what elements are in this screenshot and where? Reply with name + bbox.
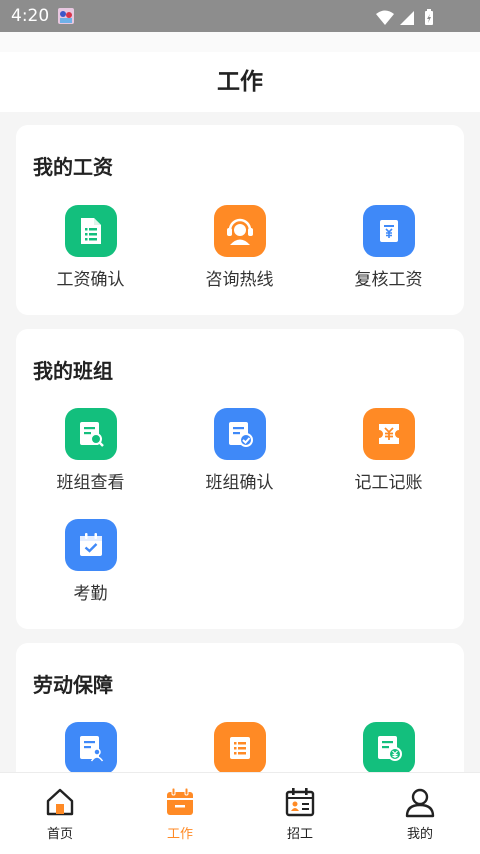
briefcase-calendar-icon [167, 787, 193, 815]
status-time: 4:20 [11, 6, 50, 26]
app-notification-icon [57, 7, 75, 25]
list-icon [213, 722, 266, 772]
tab-label: 工作 [166, 827, 193, 842]
menu-item-consult-hotline[interactable]: 咨询热线 [165, 205, 314, 305]
menu-item-label: 复核工资 [354, 270, 423, 290]
section-title-my-salary: 我的工资 [33, 155, 113, 179]
work-content[interactable]: 我的工资 工资确认 咨询热线 复核工资 我的班组 班组查看 班组确认 记工记账 … [0, 112, 480, 772]
menu-item-label: 咨询热线 [205, 270, 274, 290]
wifi-icon [376, 10, 394, 25]
document-person-icon [64, 722, 117, 772]
card-my-salary: 我的工资 工资确认 咨询热线 复核工资 [16, 125, 464, 315]
menu-item-labor-3[interactable] [314, 722, 463, 772]
tab-home[interactable]: 首页 [0, 773, 120, 854]
menu-item-work-record[interactable]: 记工记账 [314, 408, 463, 508]
tab-mine[interactable]: 我的 [360, 773, 480, 854]
salary-document-icon [362, 205, 415, 257]
document-yuan-icon [362, 722, 415, 772]
menu-item-labor-2[interactable] [165, 722, 314, 772]
menu-item-review-salary[interactable]: 复核工资 [314, 205, 463, 305]
menu-item-team-confirm[interactable]: 班组确认 [165, 408, 314, 508]
document-search-icon [64, 408, 117, 460]
home-icon [46, 788, 74, 816]
tab-label: 我的 [406, 827, 433, 842]
recruit-calendar-icon [285, 788, 315, 817]
header-spacer [0, 32, 480, 52]
menu-item-salary-confirm[interactable]: 工资确认 [16, 205, 165, 305]
section-title-my-team: 我的班组 [33, 359, 113, 383]
menu-item-labor-1[interactable] [16, 722, 165, 772]
menu-item-team-view[interactable]: 班组查看 [16, 408, 165, 508]
battery-icon [425, 9, 433, 25]
status-bar: 4:20 [0, 0, 480, 32]
tab-label: 招工 [286, 827, 313, 842]
tab-work[interactable]: 工作 [120, 773, 240, 854]
menu-item-label: 工资确认 [56, 270, 125, 290]
tab-recruit[interactable]: 招工 [240, 773, 360, 854]
document-check-icon [213, 408, 266, 460]
yuan-ticket-icon [362, 408, 415, 460]
tab-label: 首页 [46, 827, 73, 842]
person-icon [405, 788, 435, 818]
status-icons [374, 8, 444, 26]
card-labor-protection: 劳动保障 [16, 643, 464, 772]
menu-item-label: 班组查看 [56, 473, 125, 493]
menu-item-label: 记工记账 [354, 473, 423, 493]
section-title-labor-protection: 劳动保障 [33, 673, 113, 697]
headset-agent-icon [213, 205, 266, 257]
calendar-check-icon [64, 519, 117, 571]
bottom-tab-bar: 首页 工作 招工 我的 [0, 772, 480, 854]
menu-item-attendance[interactable]: 考勤 [16, 519, 165, 619]
document-list-icon [64, 205, 117, 257]
signal-icon [400, 11, 414, 25]
menu-item-label: 班组确认 [205, 473, 274, 493]
page-title: 工作 [0, 52, 480, 112]
card-my-team: 我的班组 班组查看 班组确认 记工记账 考勤 [16, 329, 464, 629]
menu-item-label: 考勤 [73, 584, 108, 604]
